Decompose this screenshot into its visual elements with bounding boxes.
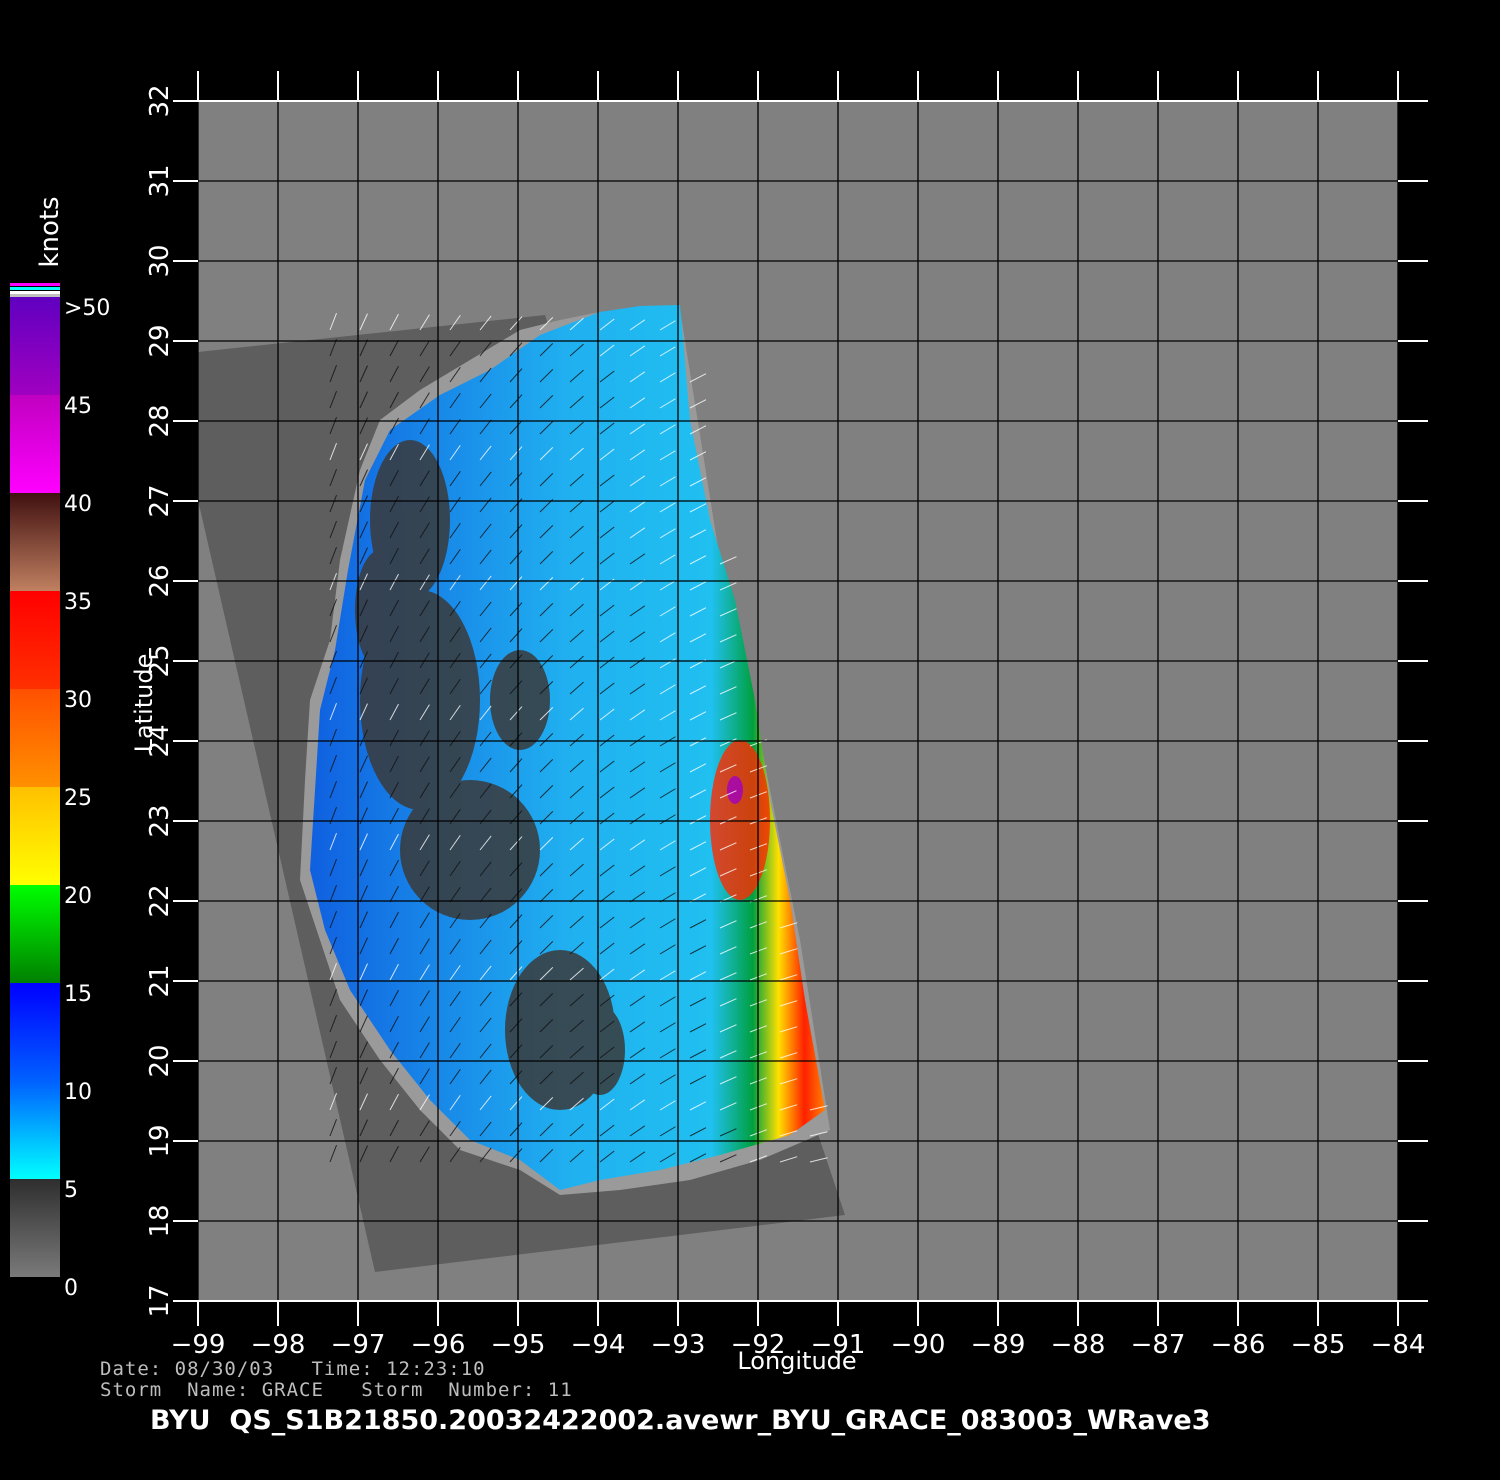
colorbar-overflow-stripe: [10, 294, 60, 297]
colorbar-tick-label: 40: [64, 492, 92, 517]
lon-tick-label: −93: [651, 1330, 706, 1360]
colorbar: [10, 283, 60, 1277]
colorbar-tick-label: 25: [64, 786, 92, 811]
lat-tick-label: 26: [145, 564, 175, 597]
x-axis-label: Longitude: [737, 1347, 856, 1375]
colorbar-segment: [10, 983, 60, 1081]
colorbar-overflow-stripe: [10, 291, 60, 294]
lon-tick-label: −97: [331, 1330, 386, 1360]
colorbar-segment: [10, 689, 60, 787]
colorbar-segment: [10, 591, 60, 689]
colorbar-overflow-stripe: [10, 283, 60, 286]
lon-tick-label: −99: [171, 1330, 226, 1360]
lat-tick-label: 29: [145, 324, 175, 357]
colorbar-tick-label: >50: [64, 296, 110, 321]
colorbar-segment: [10, 885, 60, 983]
colorbar-tick-label: 30: [64, 688, 92, 713]
lat-tick-label: 23: [145, 804, 175, 837]
lat-tick-label: 32: [145, 84, 175, 117]
colorbar-segment: [10, 1179, 60, 1277]
lat-tick-label: 18: [145, 1204, 175, 1237]
lon-tick-label: −90: [891, 1330, 946, 1360]
lon-tick-label: −84: [1371, 1330, 1426, 1360]
lon-tick-label: −98: [251, 1330, 306, 1360]
lat-tick-label: 19: [145, 1124, 175, 1157]
colorbar-overflow-stripe: [10, 287, 60, 290]
lon-tick-label: −89: [971, 1330, 1026, 1360]
colorbar-tick-label: 35: [64, 590, 92, 615]
lat-tick-label: 31: [145, 164, 175, 197]
lon-tick-label: −96: [411, 1330, 466, 1360]
lat-tick-label: 21: [145, 964, 175, 997]
colorbar-tick-label: 20: [64, 884, 92, 909]
file-title: BYU QS_S1B21850.20032422002.avewr_BYU_GR…: [150, 1405, 1211, 1436]
colorbar-tick-label: 45: [64, 394, 92, 419]
lat-tick-label: 20: [145, 1044, 175, 1077]
colorbar-unit: knots: [35, 196, 65, 267]
colorbar-segment: [10, 787, 60, 885]
lat-tick-label: 17: [145, 1284, 175, 1317]
colorbar-tick-label: 10: [64, 1080, 92, 1105]
colorbar-tick-label: 0: [64, 1276, 78, 1301]
wind-map: −99 −98 −97 −96 −95 −94 −93 −92 −91 −90 −89 −88 −87−…: [10, 71, 1428, 1375]
lat-tick-label: 22: [145, 884, 175, 917]
storm-center: [727, 776, 743, 804]
lat-tick-label: 27: [145, 484, 175, 517]
lon-tick-label: −85: [1291, 1330, 1346, 1360]
lat-tick-label: 28: [145, 404, 175, 437]
colorbar-labels: >50 45 40 35 30 25 20 15 10 5 0: [64, 296, 110, 1301]
colorbar-tick-label: 15: [64, 982, 92, 1007]
colorbar-segment: [10, 1081, 60, 1179]
lon-tick-label: −94: [571, 1330, 626, 1360]
colorbar-segment: [10, 297, 60, 395]
lon-tick-label: −87: [1131, 1330, 1186, 1360]
lon-tick-label: −88: [1051, 1330, 1106, 1360]
date-time-line: Date: 08/30/03 Time: 12:23:10: [100, 1358, 486, 1380]
lon-tick-label: −86: [1211, 1330, 1266, 1360]
colorbar-segment: [10, 395, 60, 493]
lat-tick-label: 30: [145, 244, 175, 277]
lon-tick-label: −95: [491, 1330, 546, 1360]
y-axis-label: Latitude: [130, 654, 158, 753]
colorbar-segment: [10, 493, 60, 591]
colorbar-tick-label: 5: [64, 1178, 78, 1203]
storm-name-line: Storm Name: GRACE Storm Number: 11: [100, 1379, 573, 1401]
